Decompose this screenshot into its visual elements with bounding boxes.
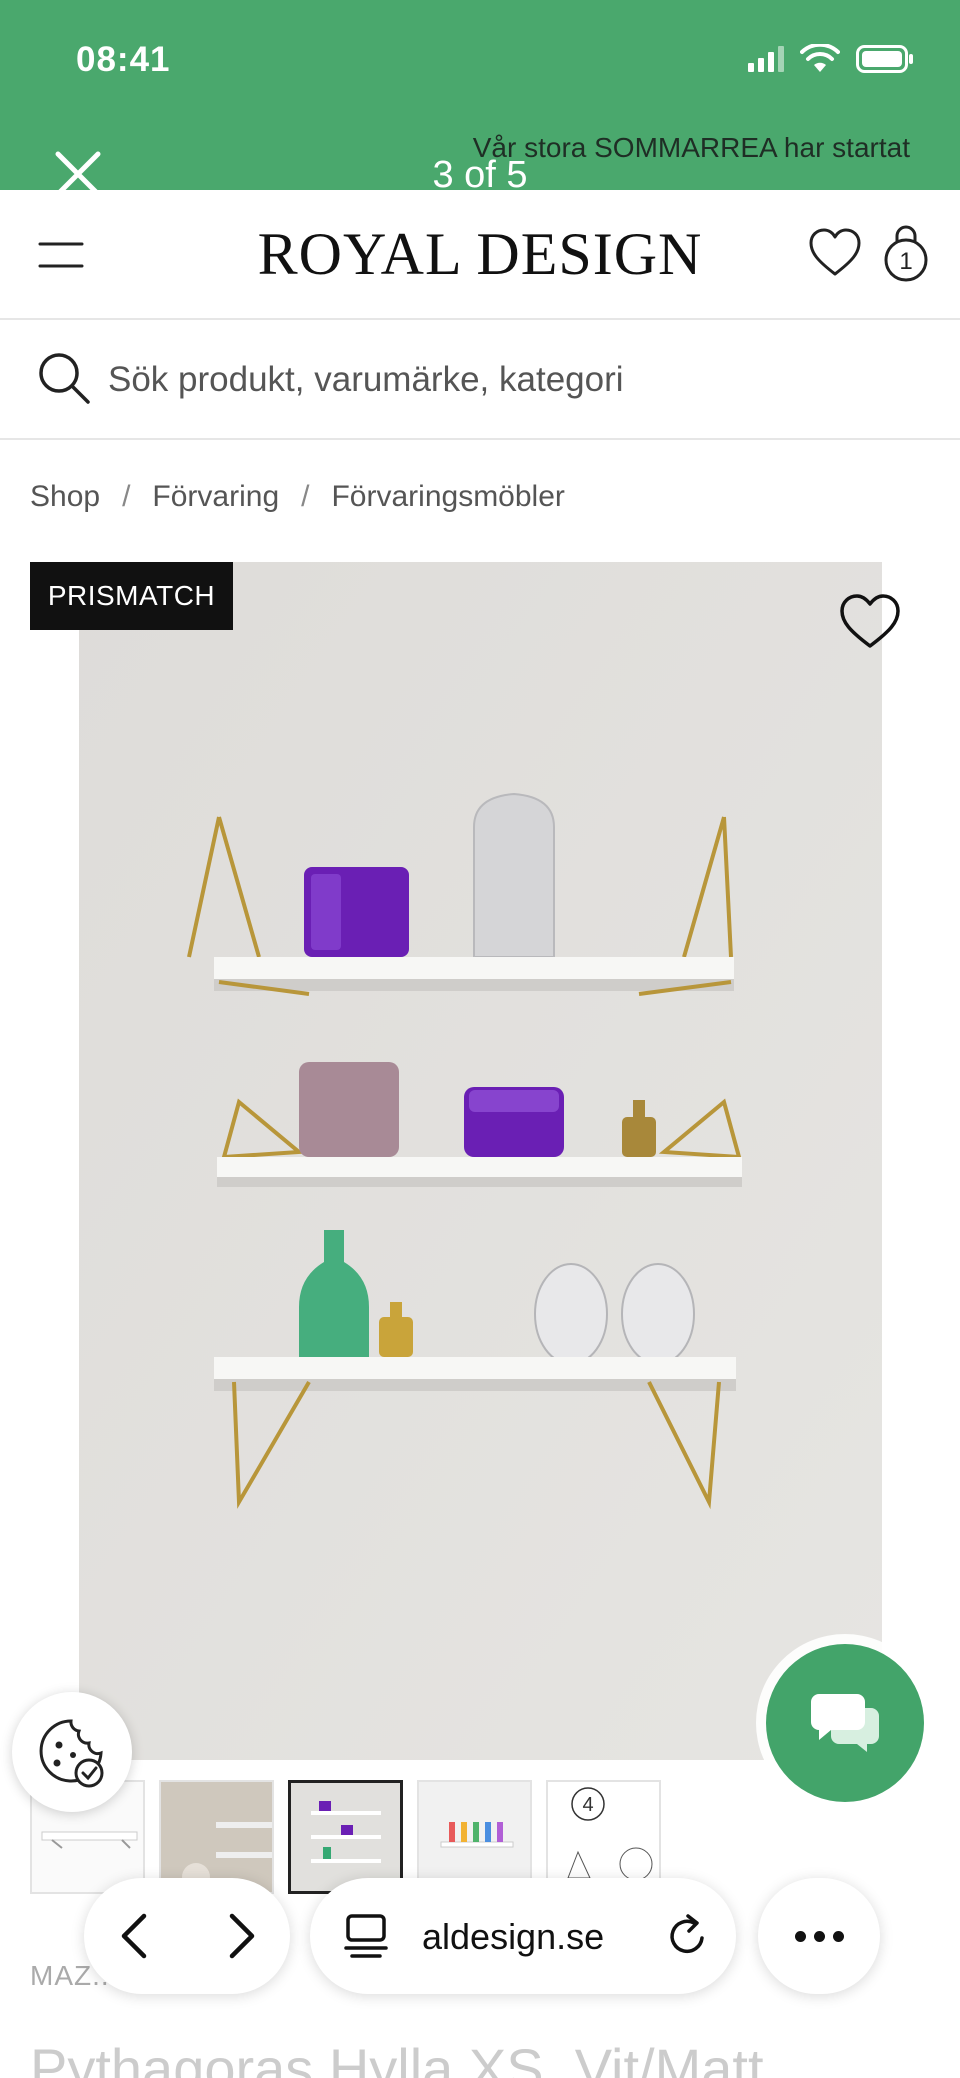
chevron-right-icon[interactable] (212, 1908, 268, 1964)
url-text[interactable]: aldesign.se (422, 1916, 604, 1958)
more-icon (832, 1930, 844, 1942)
more-icon (813, 1930, 825, 1942)
status-bar: 08:41 Vår stora SOMMARREA har startat 3 … (0, 0, 960, 197)
bag-icon[interactable]: 1 (880, 224, 932, 282)
breadcrumb-item-shop[interactable]: Shop (30, 480, 100, 514)
clock: 08:41 (76, 40, 171, 79)
system-icons (748, 44, 914, 74)
cart-count: 1 (899, 248, 912, 275)
address-bar[interactable]: aldesign.se (310, 1878, 736, 1994)
tabs-icon[interactable] (342, 1912, 390, 1960)
chat-button[interactable] (766, 1644, 924, 1802)
product-title: Pythagoras Hylla XS, Vit/Matt (30, 2037, 764, 2078)
product-image[interactable] (79, 562, 882, 1760)
search-icon (39, 353, 90, 404)
browser-toolbar: aldesign.se (0, 1868, 960, 1998)
breadcrumb-item-forvaringsmobler[interactable]: Förvaringsmöbler (331, 480, 564, 514)
shelf-photo (79, 562, 882, 1760)
breadcrumb-separator: / (122, 480, 131, 513)
cookie-settings-button[interactable] (12, 1692, 132, 1812)
breadcrumb: Shop / Förvaring / Förvaringsmöbler (30, 480, 565, 514)
more-button[interactable] (758, 1878, 880, 1994)
breadcrumb-separator: / (301, 480, 310, 513)
prismatch-badge: PRISMATCH (30, 562, 233, 630)
more-icon (794, 1930, 806, 1942)
search-input[interactable] (108, 354, 908, 406)
nav-pill (84, 1878, 290, 1994)
site-header: ROYAL DESIGN 1 (0, 190, 960, 320)
search-bar (0, 322, 960, 440)
chevron-left-icon[interactable] (108, 1908, 164, 1964)
step-number: 4 (582, 1794, 593, 1816)
cookie-icon (39, 1719, 104, 1788)
chat-icon (811, 1694, 879, 1752)
reload-icon[interactable] (664, 1912, 712, 1960)
breadcrumb-item-forvaring[interactable]: Förvaring (152, 480, 279, 514)
signal-icon (748, 46, 784, 72)
heart-icon[interactable] (808, 226, 862, 280)
heart-outline-icon[interactable] (838, 592, 902, 652)
battery-icon (856, 45, 913, 73)
wifi-icon (800, 44, 840, 72)
